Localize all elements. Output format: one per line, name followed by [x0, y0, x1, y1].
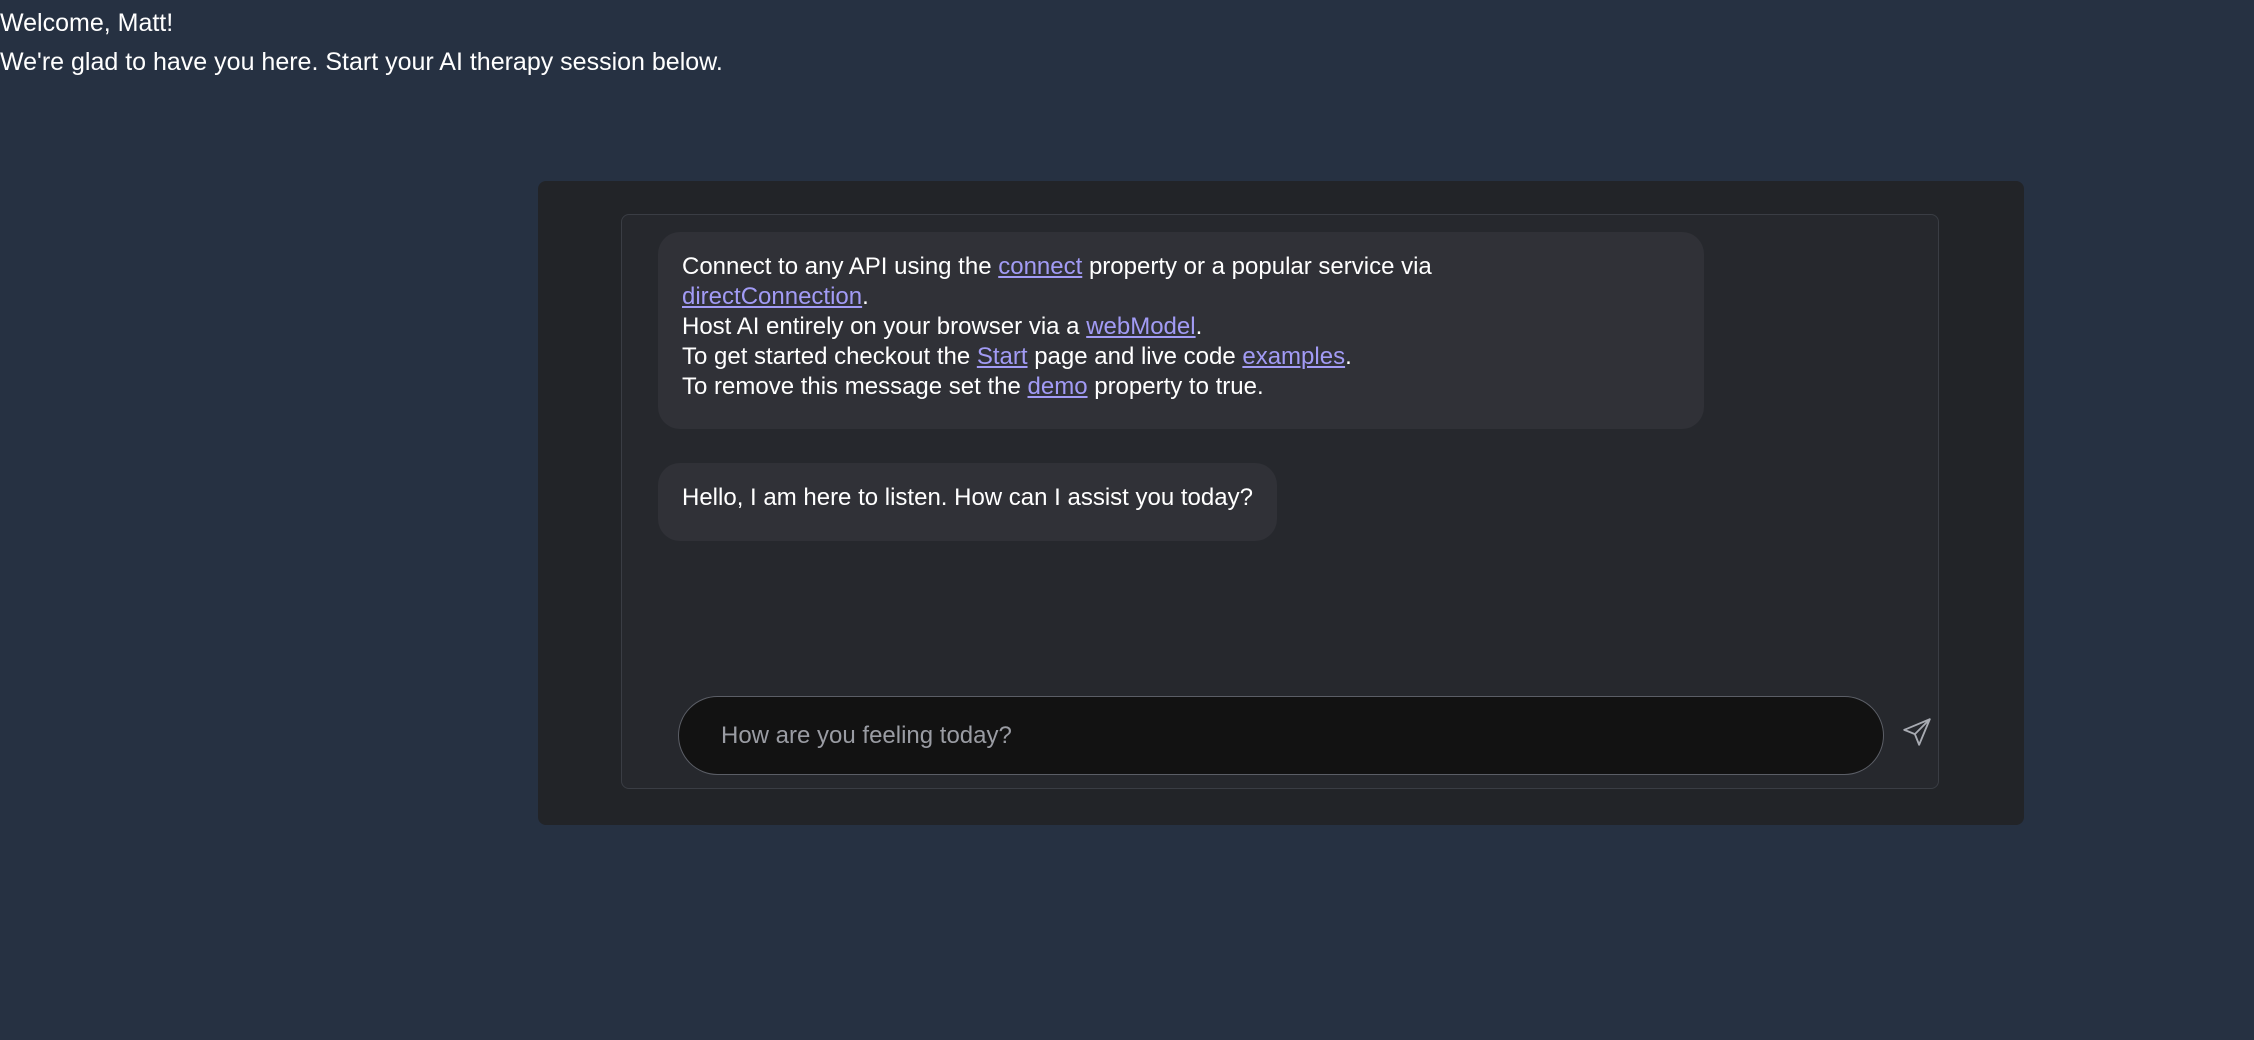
intro-line-3: Host AI entirely on your browser via a w… [682, 312, 1680, 342]
web-model-link[interactable]: webModel [1086, 313, 1195, 340]
intro-line-5: To remove this message set the demo prop… [682, 372, 1680, 402]
intro-text: Host AI entirely on your browser via a [682, 313, 1087, 340]
intro-message: Connect to any API using the connect pro… [658, 232, 1704, 429]
direct-connection-link[interactable]: directConnection [682, 283, 862, 310]
intro-line-1: Connect to any API using the connect pro… [682, 252, 1680, 282]
chat-panel: Connect to any API using the connect pro… [538, 181, 2024, 825]
examples-link[interactable]: examples [1242, 343, 1345, 370]
welcome-subtitle: We're glad to have you here. Start your … [0, 48, 723, 76]
intro-line-2: directConnection. [682, 282, 1680, 312]
intro-text: . [1345, 343, 1352, 370]
connect-link[interactable]: connect [998, 253, 1082, 280]
welcome-heading: Welcome, Matt! [0, 9, 174, 37]
message-input[interactable] [679, 697, 1883, 774]
chat-container: Connect to any API using the connect pro… [621, 214, 1939, 789]
send-button[interactable] [1900, 715, 1934, 749]
start-link[interactable]: Start [977, 343, 1028, 370]
intro-text: To get started checkout the [682, 343, 977, 370]
intro-text: property to true. [1087, 373, 1264, 400]
send-icon [1903, 718, 1931, 746]
intro-text: property or a popular service via [1082, 253, 1432, 280]
message-input-wrapper [678, 696, 1884, 775]
intro-text: Connect to any API using the [682, 253, 999, 280]
intro-text: To remove this message set the [682, 373, 1028, 400]
demo-link[interactable]: demo [1028, 373, 1088, 400]
ai-greeting-message: Hello, I am here to listen. How can I as… [658, 463, 1277, 541]
intro-text: . [1195, 313, 1203, 340]
intro-text: page and live code [1027, 343, 1243, 370]
intro-text: . [862, 283, 869, 310]
intro-line-4: To get started checkout the Start page a… [682, 342, 1680, 372]
